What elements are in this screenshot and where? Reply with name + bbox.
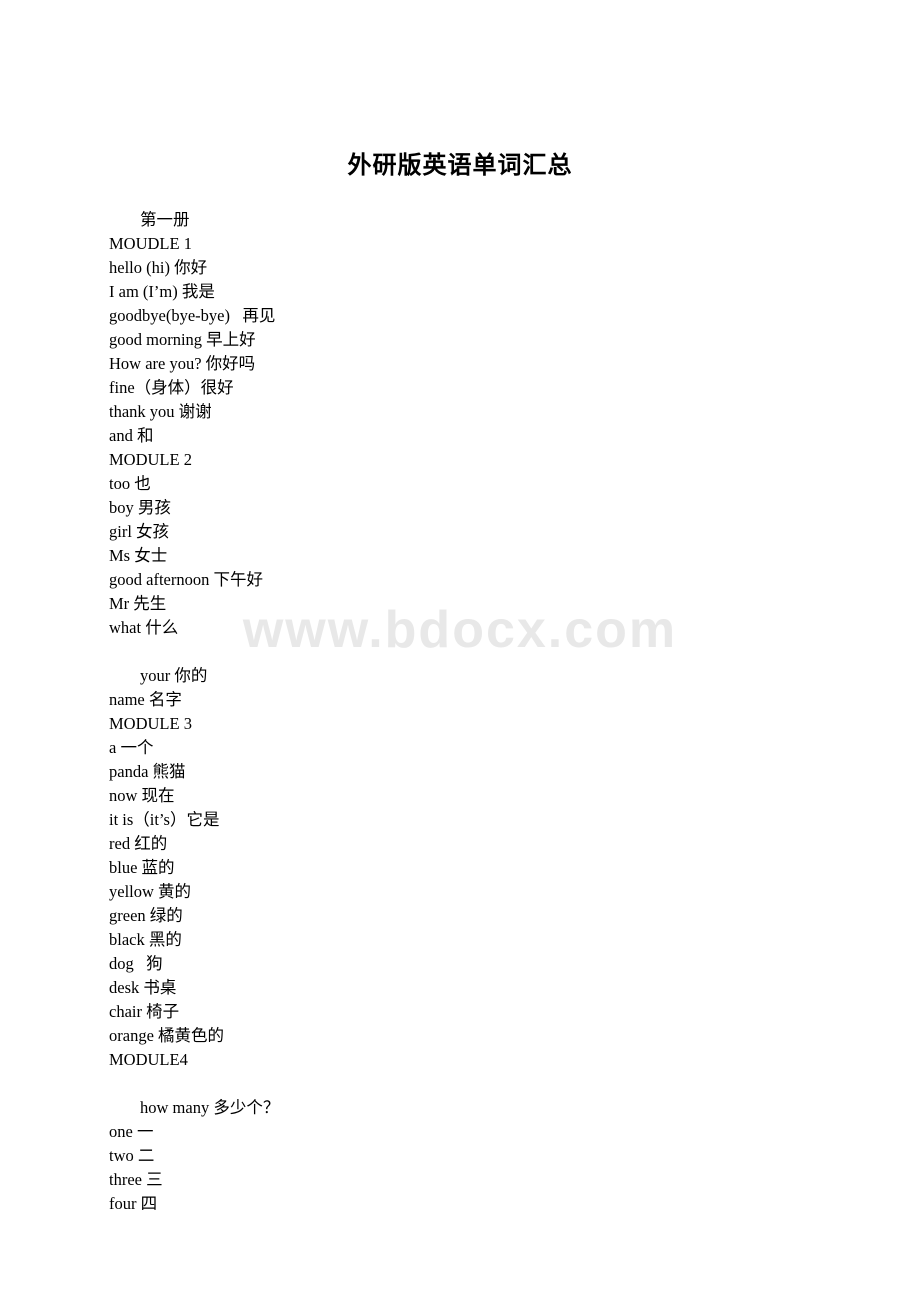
- word-list: 第一册 MOUDLE 1 hello (hi) 你好 I am (I’m) 我是 goo…: [0, 208, 920, 1216]
- word-line: one 一: [109, 1122, 154, 1141]
- word-line: girl 女孩: [109, 522, 170, 541]
- word-line: red 红的: [109, 834, 168, 853]
- word-line: MODULE 3: [109, 714, 192, 733]
- word-line: how many 多少个？: [140, 1098, 280, 1117]
- word-line: Ms 女士: [109, 546, 168, 565]
- word-line: green 绿的: [109, 906, 183, 925]
- word-line: MOUDLE 1: [109, 234, 192, 253]
- word-line: MODULE 2: [109, 450, 192, 469]
- word-line: How are you? 你好吗: [109, 354, 256, 373]
- word-line: a 一个: [109, 738, 154, 757]
- word-line: thank you 谢谢: [109, 402, 212, 421]
- word-line: your 你的: [140, 666, 208, 685]
- word-line: four 四: [109, 1194, 158, 1213]
- word-line: good morning 早上好: [109, 330, 256, 349]
- word-line: two 二: [109, 1146, 155, 1165]
- word-line: it is（it’s）它是: [109, 810, 220, 829]
- word-line: desk 书桌: [109, 978, 177, 997]
- word-line: chair 椅子: [109, 1002, 180, 1021]
- word-line: panda 熊猫: [109, 762, 186, 781]
- word-line: blue 蓝的: [109, 858, 175, 877]
- word-line: 第一册: [140, 210, 190, 229]
- word-line: boy 男孩: [109, 498, 171, 517]
- word-line: what 什么: [109, 618, 179, 637]
- document-page: www.bdocx.com 外研版英语单词汇总 第一册 MOUDLE 1 hello…: [0, 0, 920, 1302]
- word-line: dog 狗: [109, 954, 163, 973]
- word-line: good afternoon 下午好: [109, 570, 263, 589]
- word-line: black 黑的: [109, 930, 182, 949]
- word-line: hello (hi) 你好: [109, 258, 208, 277]
- word-line: now 现在: [109, 786, 175, 805]
- word-line: Mr 先生: [109, 594, 167, 613]
- word-line: goodbye(bye-bye) 再见: [109, 306, 276, 325]
- word-line: fine（身体）很好: [109, 378, 234, 397]
- word-line: and 和: [109, 426, 154, 445]
- word-line: name 名字: [109, 690, 182, 709]
- word-line: yellow 黄的: [109, 882, 192, 901]
- word-line: orange 橘黄色的: [109, 1026, 225, 1045]
- word-line: too 也: [109, 474, 151, 493]
- word-line: I am (I’m) 我是: [109, 282, 215, 301]
- word-line: three 三: [109, 1170, 163, 1189]
- word-line: MODULE4: [109, 1050, 188, 1069]
- page-title: 外研版英语单词汇总: [347, 153, 573, 179]
- document-content: 外研版英语单词汇总 第一册 MOUDLE 1 hello (hi) 你好 I am (…: [0, 0, 920, 1216]
